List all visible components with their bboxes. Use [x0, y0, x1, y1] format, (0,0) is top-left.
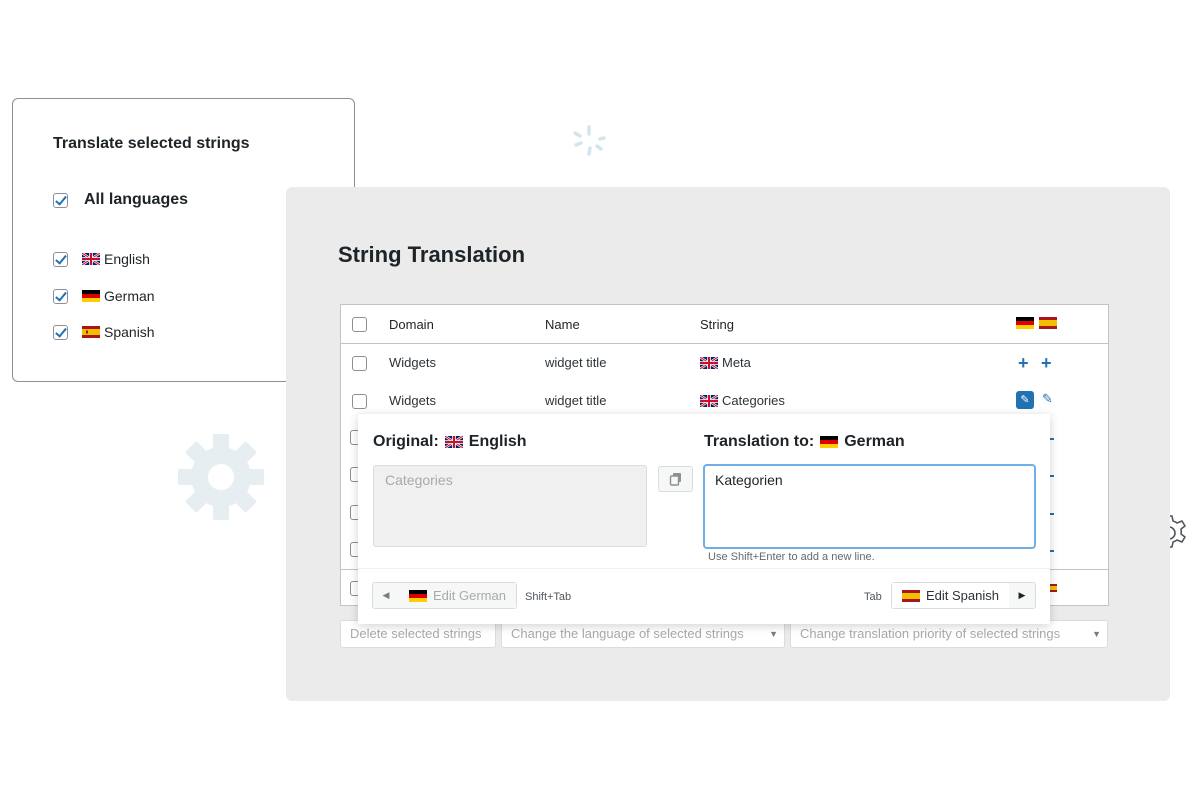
language-option-spanish[interactable]: Spanish [53, 324, 155, 340]
copy-icon [669, 472, 681, 486]
row-string-text: Categories [722, 393, 785, 408]
language-option-english[interactable]: English [53, 251, 150, 267]
germany-flag-icon [1016, 317, 1034, 329]
page-title: String Translation [338, 242, 526, 267]
change-language-label: Change the language of selected strings [511, 626, 744, 641]
next-shortcut-hint: Tab [864, 591, 882, 603]
language-option-german[interactable]: German [53, 288, 155, 304]
row-string: Categories [700, 393, 785, 408]
all-languages-checkbox[interactable] [53, 192, 68, 208]
spain-flag-icon [1039, 317, 1057, 329]
prev-shortcut-hint: Shift+Tab [525, 591, 572, 603]
uk-flag-icon [444, 436, 463, 448]
original-label: Original: [373, 433, 439, 450]
original-heading: Original: English [373, 433, 527, 451]
edit-german-label: Edit German [433, 588, 506, 603]
translation-input[interactable]: Kategorien [704, 465, 1035, 548]
german-checkbox[interactable] [53, 288, 68, 304]
edit-translation-spanish-icon[interactable]: ✎ [1042, 391, 1053, 407]
column-name[interactable]: Name [545, 317, 580, 332]
change-language-select[interactable]: Change the language of selected strings … [501, 620, 785, 648]
edit-spanish-label: Edit Spanish [926, 588, 999, 603]
editor-footer: ◀ Edit German Shift+Tab Tab Edit Spanish… [358, 568, 1050, 624]
change-priority-label: Change translation priority of selected … [800, 626, 1061, 641]
germany-flag-icon [409, 589, 427, 602]
translation-editor: Original: English Translation to: German… [358, 414, 1050, 624]
german-label: German [104, 288, 155, 304]
uk-flag-icon [82, 253, 100, 265]
add-translation-german-icon[interactable]: + [1018, 354, 1029, 372]
new-line-hint: Use Shift+Enter to add a new line. [708, 551, 875, 563]
edit-translation-german-icon[interactable]: ✎ [1016, 391, 1034, 409]
copy-original-button[interactable] [658, 466, 693, 492]
all-languages-label: All languages [84, 191, 189, 208]
edit-spanish-button[interactable]: Edit Spanish ▶ [891, 582, 1036, 609]
edit-german-button[interactable]: ◀ Edit German [372, 582, 517, 609]
add-translation-spanish-icon[interactable]: + [1041, 354, 1052, 372]
row-string: Meta [700, 355, 751, 370]
translation-language: German [844, 433, 905, 450]
change-priority-select[interactable]: Change translation priority of selected … [790, 620, 1108, 648]
row-domain: Widgets [389, 355, 436, 370]
table-header: Domain Name String [341, 305, 1108, 344]
english-label: English [104, 251, 150, 267]
row-string-text: Meta [722, 355, 751, 370]
original-language: English [468, 433, 527, 450]
chevron-down-icon: ▼ [1092, 629, 1101, 639]
spain-flag-icon [82, 326, 100, 338]
panel-title: Translate selected strings [53, 135, 250, 152]
translation-label: Translation to: [704, 433, 815, 450]
row-name: widget title [545, 393, 607, 408]
english-checkbox[interactable] [53, 251, 68, 267]
all-languages-option[interactable]: All languages [53, 191, 188, 209]
uk-flag-icon [700, 356, 718, 369]
germany-flag-icon [820, 436, 839, 448]
uk-flag-icon [700, 394, 718, 407]
original-text-field: Categories [373, 465, 647, 547]
gear-icon [178, 434, 264, 520]
table-row: Widgets widget title Meta + + [341, 344, 1108, 382]
column-domain[interactable]: Domain [389, 317, 434, 332]
translation-heading: Translation to: German [704, 433, 905, 451]
row-checkbox[interactable] [352, 356, 367, 371]
caret-right-icon: ▶ [1018, 590, 1026, 600]
row-domain: Widgets [389, 393, 436, 408]
row-name: widget title [545, 355, 607, 370]
chevron-down-icon: ▼ [769, 629, 778, 639]
spanish-checkbox[interactable] [53, 324, 68, 340]
germany-flag-icon [82, 290, 100, 302]
caret-left-icon: ◀ [382, 590, 390, 600]
column-string[interactable]: String [700, 317, 734, 332]
select-all-checkbox[interactable] [352, 317, 367, 332]
spain-flag-icon [902, 589, 920, 602]
delete-selected-button[interactable]: Delete selected strings [340, 620, 496, 648]
row-checkbox[interactable] [352, 394, 367, 409]
spinner-icon [573, 125, 606, 156]
spanish-label: Spanish [104, 324, 155, 340]
